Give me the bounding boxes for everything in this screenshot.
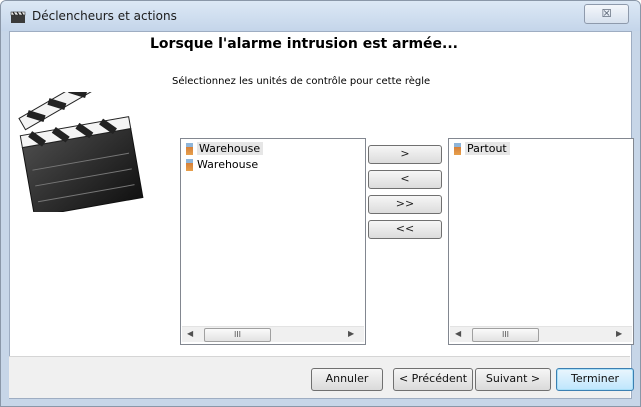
title-bar: Déclencheurs et actions ☒ [1,1,640,31]
warehouse-icon [186,143,193,155]
scroll-left-icon[interactable]: ◀ [187,329,193,338]
remove-button[interactable]: < [368,170,442,189]
instruction-text: Sélectionnez les unités de contrôle pour… [172,76,431,87]
add-button[interactable]: > [368,145,442,164]
clapperboard-illustration [18,92,144,212]
add-all-button[interactable]: >> [368,195,442,214]
horizontal-scrollbar[interactable]: ◀ III ▶ [182,326,364,342]
list-item[interactable]: Partout [454,142,510,156]
next-button[interactable]: Suivant > [475,368,551,391]
selected-units-list[interactable]: Partout ◀ III ▶ [448,138,634,345]
finish-button[interactable]: Terminer [556,368,634,391]
close-icon: ☒ [601,7,612,20]
horizontal-scrollbar[interactable]: ◀ III ▶ [450,326,632,342]
scroll-left-icon[interactable]: ◀ [455,329,461,338]
scroll-thumb[interactable]: III [204,328,271,342]
window-title: Déclencheurs et actions [32,9,177,23]
available-units-list[interactable]: Warehouse Warehouse ◀ III ▶ [180,138,366,345]
list-item-label: Partout [465,142,510,155]
list-item[interactable]: Warehouse [186,142,264,156]
list-item[interactable]: Warehouse [186,158,258,172]
warehouse-icon [186,159,193,171]
page-heading: Lorsque l'alarme intrusion est armée... [150,36,458,52]
list-item-label: Warehouse [197,142,264,155]
scroll-right-icon[interactable]: ▶ [348,329,354,338]
cancel-button[interactable]: Annuler [311,368,383,391]
remove-all-button[interactable]: << [368,220,442,239]
grip-icon: III [501,330,510,339]
grip-icon: III [233,330,242,339]
previous-button[interactable]: < Précédent [393,368,473,391]
close-button[interactable]: ☒ [584,4,629,24]
clapperboard-icon [10,11,26,23]
list-item-label: Warehouse [197,158,259,171]
location-icon [454,143,461,155]
scroll-right-icon[interactable]: ▶ [616,329,622,338]
scroll-thumb[interactable]: III [472,328,539,342]
